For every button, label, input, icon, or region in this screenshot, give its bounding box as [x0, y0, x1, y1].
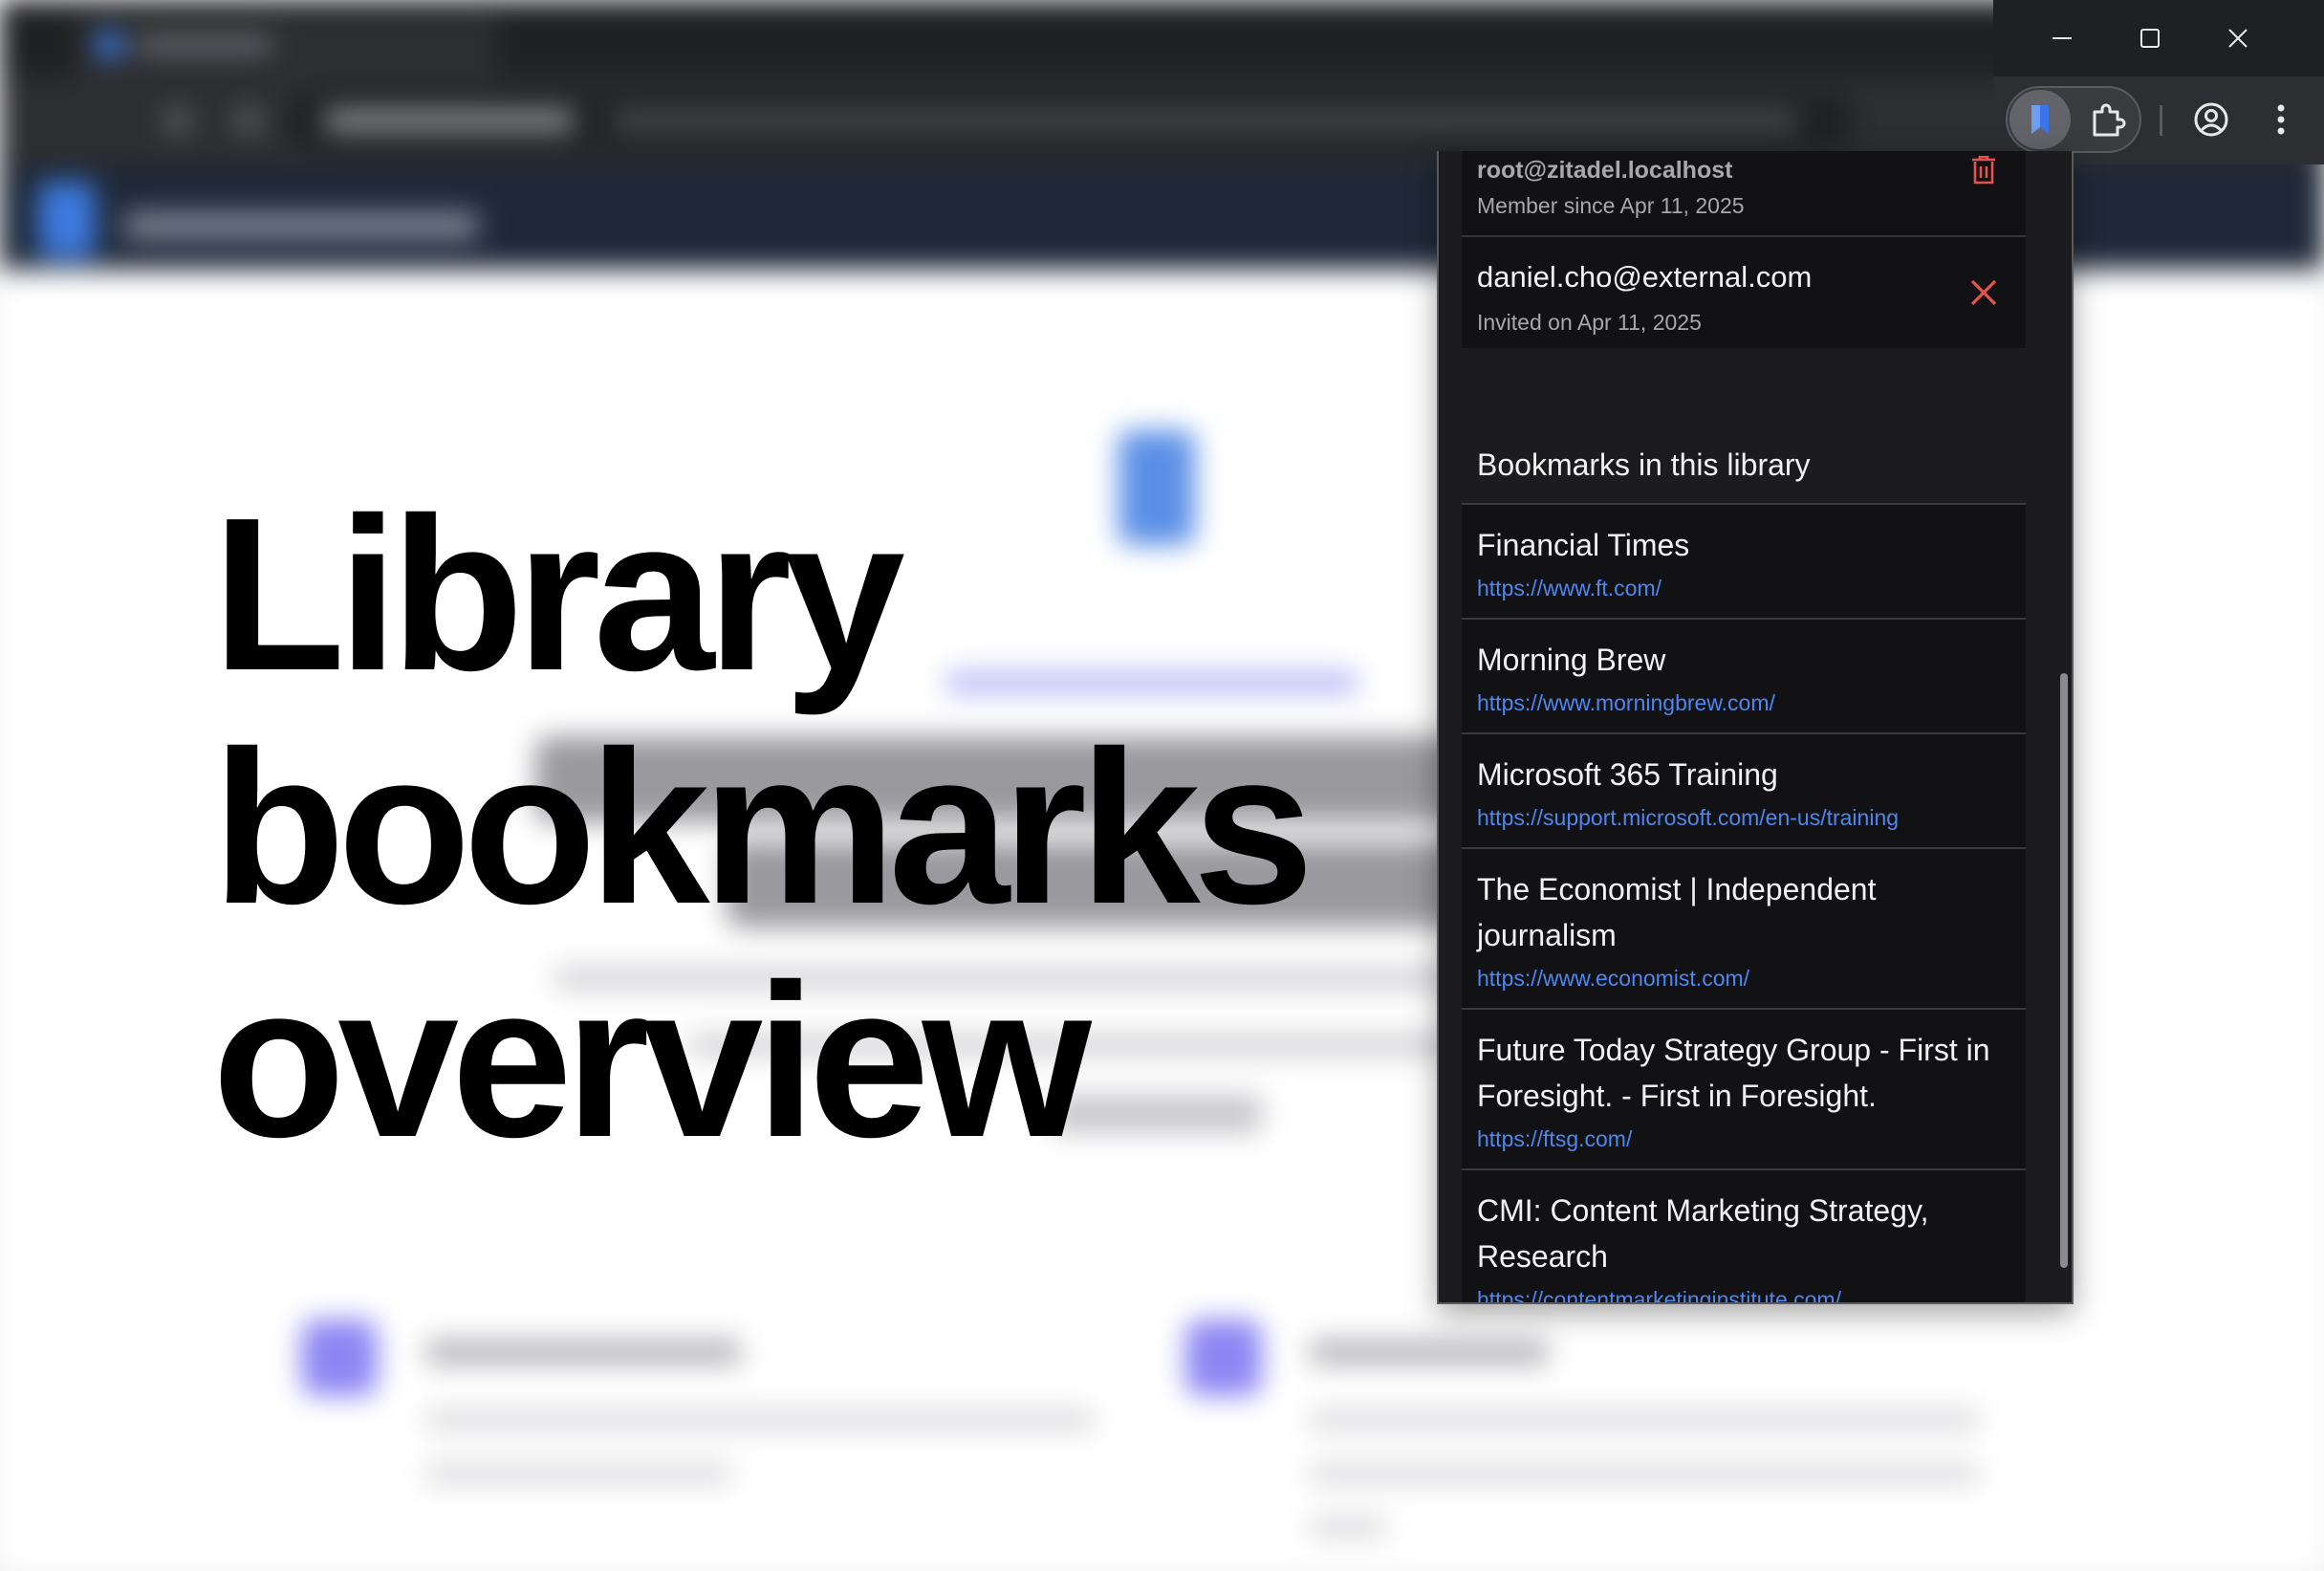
bookmarks-heading: Bookmarks in this library: [1477, 447, 1811, 482]
bookmark-title: Microsoft 365 Training: [1477, 757, 1778, 792]
bookmark-url[interactable]: https://support.microsoft.com/en-us/trai…: [1477, 801, 2010, 834]
window-controls: [1993, 0, 2324, 76]
overlay-title-line: Library: [212, 473, 905, 716]
trash-icon[interactable]: [1965, 151, 2003, 189]
tab-title-placeholder: [138, 36, 271, 54]
member-row: root@zitadel.localhost Member since Apr …: [1462, 151, 2026, 237]
bookmark-item[interactable]: Morning Brew https://www.morningbrew.com…: [1462, 620, 2026, 734]
feature-text-placeholder: [425, 1463, 731, 1484]
bookmark-item[interactable]: The Economist | Independent journalism h…: [1462, 849, 2026, 1010]
bookmark-url[interactable]: https://www.morningbrew.com/: [1477, 687, 2010, 719]
feature-icon: [1185, 1320, 1262, 1396]
bookmark-extension-icon[interactable]: [2009, 90, 2071, 149]
back-icon: [163, 105, 193, 136]
address-path-placeholder: [612, 113, 1797, 128]
overlay-title-line: overview: [212, 940, 1092, 1183]
bookmark-item[interactable]: Microsoft 365 Training https://support.m…: [1462, 734, 2026, 849]
bookmarks-list: Financial Times https://www.ft.com/ Morn…: [1462, 503, 2026, 1302]
reload-icon: [233, 105, 264, 136]
bookmark-title: Financial Times: [1477, 528, 1690, 562]
close-window-icon[interactable]: [2217, 17, 2259, 59]
bookmark-item[interactable]: Financial Times https://www.ft.com/: [1462, 505, 2026, 620]
puzzle-icon[interactable]: [2084, 96, 2132, 143]
bookmark-item[interactable]: Future Today Strategy Group - First in F…: [1462, 1010, 2026, 1170]
browser-tab: [76, 13, 497, 76]
maximize-icon[interactable]: [2129, 17, 2171, 59]
member-email: daniel.cho@external.com: [1477, 260, 1813, 294]
address-host-placeholder: [325, 111, 574, 130]
more-vert-icon[interactable]: [2257, 96, 2305, 143]
bookmark-url[interactable]: https://www.ft.com/: [1477, 572, 2010, 604]
bookmark-title: CMI: Content Marketing Strategy, Researc…: [1477, 1193, 1929, 1274]
invite-row: daniel.cho@external.com Invited on Apr 1…: [1462, 237, 2026, 348]
feature-title-placeholder: [425, 1339, 741, 1365]
close-icon[interactable]: [1965, 273, 2003, 312]
bookmark-title: The Economist | Independent journalism: [1477, 872, 1877, 952]
feature-text-placeholder: [1310, 1516, 1386, 1538]
app-logo: [38, 182, 96, 258]
feature-text-placeholder: [1310, 1463, 1979, 1484]
feature-text-placeholder: [1310, 1409, 1979, 1430]
feature-icon: [301, 1320, 378, 1396]
bookmark-item[interactable]: CMI: Content Marketing Strategy, Researc…: [1462, 1170, 2026, 1302]
toolbar-divider: [2160, 105, 2162, 136]
bookmark-title: Future Today Strategy Group - First in F…: [1477, 1033, 1990, 1113]
minimize-icon[interactable]: [2041, 17, 2083, 59]
member-since: Member since Apr 11, 2025: [1477, 193, 1745, 218]
members-list: root@zitadel.localhost Member since Apr …: [1462, 151, 2026, 348]
account-icon[interactable]: [2187, 96, 2235, 143]
feature-title-placeholder: [1310, 1339, 1549, 1365]
feature-text-placeholder: [425, 1409, 1095, 1430]
bookmark-url[interactable]: https://contentmarketinginstitute.com/: [1477, 1283, 2010, 1302]
bookmark-url[interactable]: https://ftsg.com/: [1477, 1123, 2010, 1155]
tab-favicon: [98, 33, 122, 57]
app-name-placeholder: [124, 212, 478, 239]
library-popup: root@zitadel.localhost Member since Apr …: [1437, 151, 2074, 1304]
member-email: root@zitadel.localhost: [1477, 157, 1733, 184]
overlay-title: Library bookmarks overview: [212, 473, 1314, 1183]
popup-scrollbar-thumb[interactable]: [2060, 673, 2068, 1268]
bookmark-title: Morning Brew: [1477, 643, 1666, 677]
invited-on: Invited on Apr 11, 2025: [1477, 310, 1702, 335]
overlay-title-line: bookmarks: [212, 707, 1314, 949]
bookmark-url[interactable]: https://www.economist.com/: [1477, 962, 2010, 994]
